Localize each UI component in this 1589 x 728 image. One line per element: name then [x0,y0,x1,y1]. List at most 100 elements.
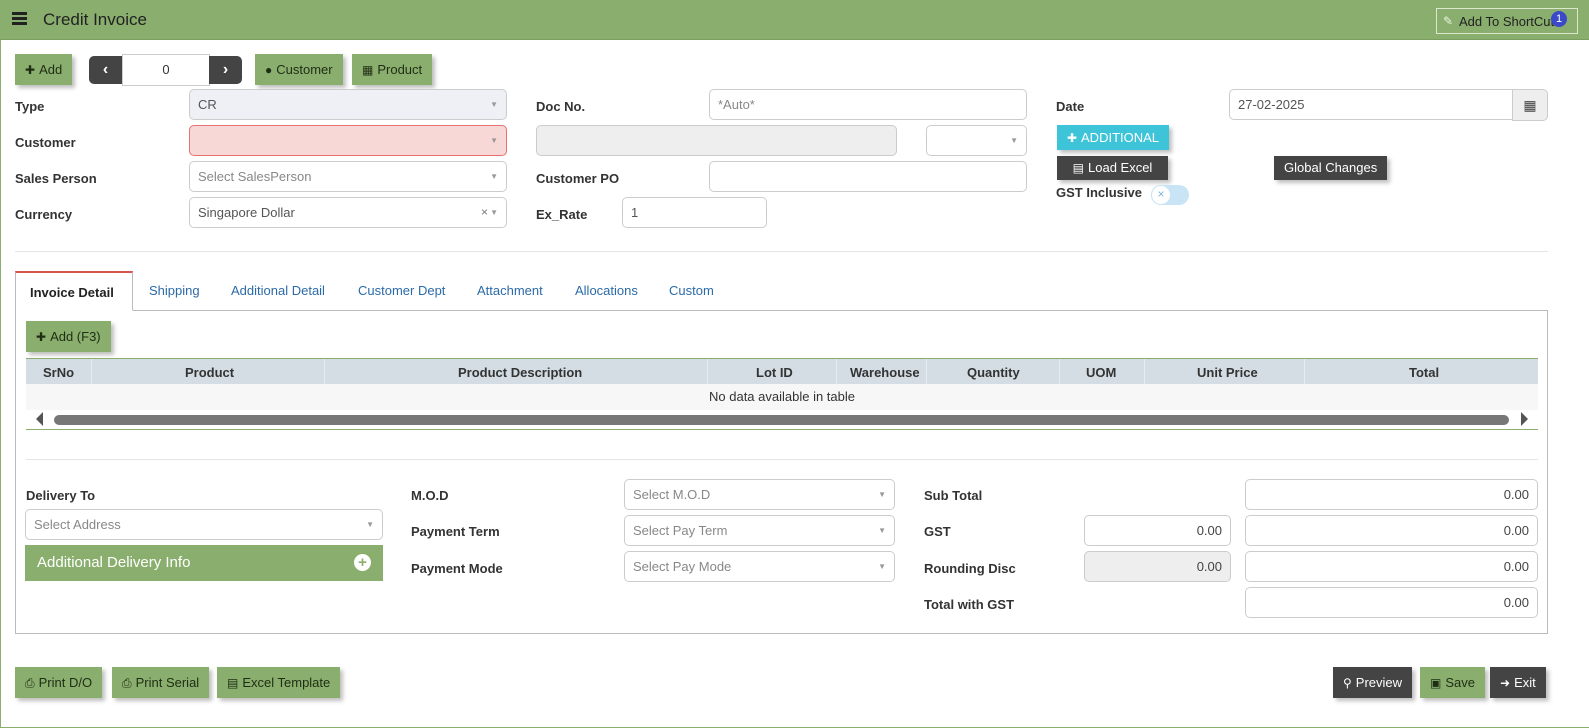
column-header-quantity[interactable]: Quantity [967,365,1020,380]
load-excel-button[interactable]: ▤ Load Excel [1057,156,1168,180]
type-value: CR [198,97,217,112]
horizontal-scrollbar[interactable] [26,410,1538,430]
mod-select[interactable]: Select M.O.D ▼ [624,479,895,510]
tab-customer-dept[interactable]: Customer Dept [358,283,445,298]
column-header-uom[interactable]: UOM [1086,365,1116,380]
rounding-rate-input: 0.00 [1084,551,1231,582]
tab-allocations[interactable]: Allocations [575,283,638,298]
caret-down-icon: ▼ [490,208,498,217]
previous-record-button[interactable]: ‹ [89,56,122,84]
preview-button[interactable]: ⚲ Preview [1333,667,1413,698]
column-divider [926,359,927,385]
customer-label: Customer [15,135,76,150]
exit-button[interactable]: ➜ Exit [1490,667,1546,698]
column-header-unit-price[interactable]: Unit Price [1197,365,1258,380]
column-header-srno[interactable]: SrNo [43,365,74,380]
type-select[interactable]: CR ▼ [189,89,507,120]
pin-icon: ✎ [1443,14,1454,28]
user-icon: ● [265,63,273,77]
caret-down-icon: ▼ [878,526,886,535]
caret-down-icon: ▼ [490,172,498,181]
global-changes-label: Global Changes [1284,160,1378,175]
print-icon: ⎙ [122,676,132,690]
print-do-label: Print D/O [38,675,93,690]
scroll-thumb[interactable] [54,415,1509,425]
date-input[interactable]: 27-02-2025 [1229,89,1513,120]
delivery-address-select[interactable]: Select Address ▼ [25,509,383,540]
salesperson-select[interactable]: Select SalesPerson ▼ [189,161,507,192]
clear-icon[interactable]: × [481,205,488,219]
global-changes-button[interactable]: Global Changes [1274,156,1388,180]
additional-button[interactable]: ✚ ADDITIONAL [1057,125,1169,150]
column-header-product[interactable]: Product [185,365,234,380]
customer-button[interactable]: ● Customer [255,54,343,85]
rounding-disc-label: Rounding Disc [924,561,1016,576]
add-button[interactable]: ✚ Add [15,54,73,85]
print-serial-label: Print Serial [135,675,200,690]
column-header-product-description[interactable]: Product Description [458,365,582,380]
column-divider [836,359,837,385]
plus-icon: ✚ [36,330,47,344]
mod-placeholder: Select M.O.D [633,487,711,502]
delivery-to-label: Delivery To [26,488,96,503]
exit-label: Exit [1514,675,1536,690]
chevron-right-icon: › [222,61,229,78]
top-bar: Credit Invoice ✎ Add To ShortCut 1 [0,0,1589,40]
shortcut-count-badge: 1 [1551,11,1567,27]
search-icon: ⚲ [1343,676,1352,690]
exrate-label: Ex_Rate [536,207,588,222]
payment-term-label: Payment Term [411,524,500,539]
payment-mode-label: Payment Mode [411,561,503,576]
payment-term-select[interactable]: Select Pay Term ▼ [624,515,895,546]
add-to-shortcut-label: Add To ShortCut [1459,14,1555,29]
add-line-label: Add (F3) [50,329,101,344]
exrate-input[interactable]: 1 [622,197,767,228]
column-divider [1304,359,1305,385]
product-button[interactable]: ▦ Product [352,54,433,85]
save-label: Save [1445,675,1475,690]
scroll-left-icon[interactable] [36,412,43,426]
customer-po-input[interactable] [709,161,1027,192]
save-button[interactable]: ▣ Save [1420,667,1485,698]
tab-additional-detail[interactable]: Additional Detail [231,283,325,298]
gst-inclusive-toggle[interactable]: × [1151,185,1189,205]
excel-template-button[interactable]: ▤ Excel Template [217,667,341,698]
record-counter-input[interactable]: 0 [122,54,210,86]
chevron-left-icon: ‹ [102,61,109,78]
caret-down-icon: ▼ [366,520,374,529]
currency-label: Currency [15,207,73,222]
print-serial-button[interactable]: ⎙ Print Serial [112,667,210,698]
customer-contact-select[interactable]: ▼ [926,125,1027,156]
product-button-label: Product [377,62,423,77]
docno-input[interactable]: *Auto* [709,89,1027,120]
subtotal-label: Sub Total [924,488,983,503]
tab-attachment[interactable]: Attachment [477,283,543,298]
tab-invoice-detail[interactable]: Invoice Detail [15,271,133,311]
tab-shipping[interactable]: Shipping [149,283,200,298]
preview-label: Preview [1355,675,1403,690]
print-do-button[interactable]: ⎙ Print D/O [15,667,103,698]
payment-term-placeholder: Select Pay Term [633,523,728,538]
scroll-right-icon[interactable] [1521,412,1528,426]
mod-label: M.O.D [411,488,449,503]
next-record-button[interactable]: › [209,56,242,84]
currency-select[interactable]: Singapore Dollar × ▼ [189,197,507,228]
caret-down-icon: ▼ [490,100,498,109]
add-line-button[interactable]: ✚ Add (F3) [26,321,111,352]
payment-mode-select[interactable]: Select Pay Mode ▼ [624,551,895,582]
additional-delivery-info-toggle[interactable]: Additional Delivery Info + [25,545,383,581]
plus-icon: ✚ [25,63,36,77]
tab-custom[interactable]: Custom [669,283,714,298]
gst-rate-input[interactable]: 0.00 [1084,515,1231,546]
customer-select[interactable]: ▼ [189,125,507,156]
salesperson-placeholder: Select SalesPerson [198,169,312,184]
type-label: Type [15,99,45,114]
column-header-lot-id[interactable]: Lot ID [756,365,793,380]
excel-template-label: Excel Template [242,675,331,690]
caret-down-icon: ▼ [878,490,886,499]
file-excel-icon: ▤ [1072,161,1084,175]
calendar-icon[interactable]: ▦ [1512,89,1548,121]
menu-icon[interactable] [12,12,27,25]
column-header-total[interactable]: Total [1409,365,1439,380]
column-header-warehouse[interactable]: Warehouse [850,365,920,380]
